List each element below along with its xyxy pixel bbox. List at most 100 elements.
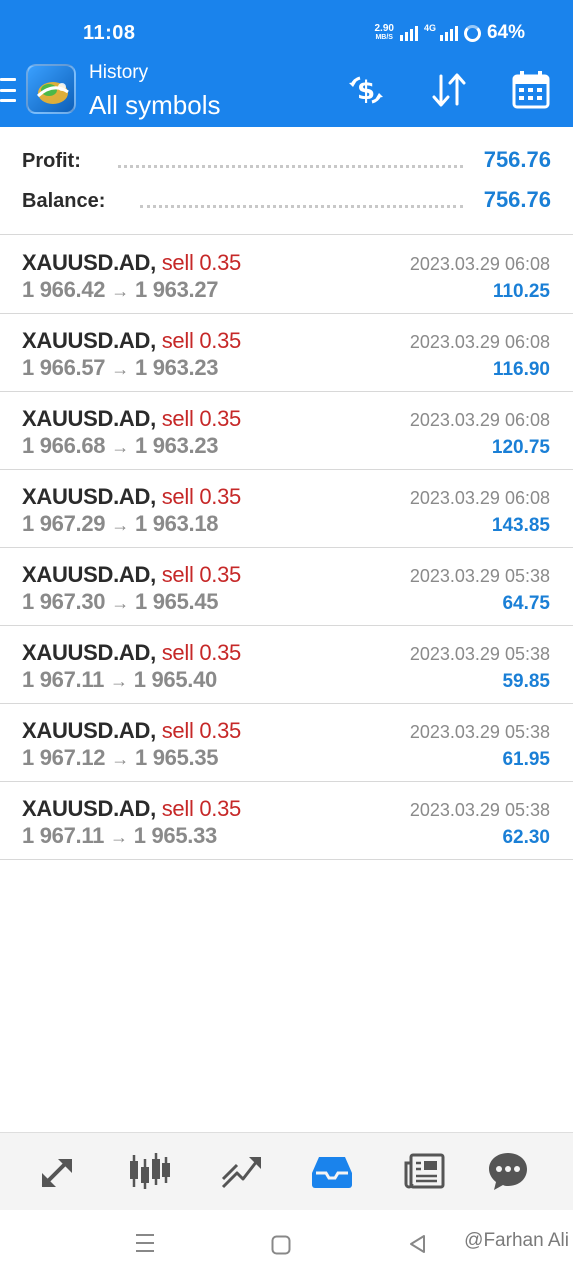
system-nav: @Farhan Ali <box>0 1210 573 1280</box>
deal-prices: 1 966.42 → 1 963.27 <box>22 277 219 303</box>
close-price: 1 965.40 <box>133 667 218 692</box>
arrow-right-icon: → <box>111 437 129 457</box>
symbol-name: XAUUSD.AD, <box>22 640 156 665</box>
sort-icon[interactable] <box>427 70 471 110</box>
deal-profit: 110.25 <box>492 281 550 302</box>
deal-prices: 1 966.57 → 1 963.23 <box>22 355 219 381</box>
arrow-right-icon: → <box>111 593 129 613</box>
metatrader-logo <box>26 64 76 114</box>
calendar-icon[interactable] <box>510 70 554 110</box>
close-price: 1 963.18 <box>134 511 219 536</box>
deal-row[interactable]: XAUUSD.AD, sell 0.35 1 967.30 → 1 965.45 202… <box>0 548 573 626</box>
deal-prices: 1 967.29 → 1 963.18 <box>22 511 219 537</box>
deal-symbol: XAUUSD.AD, sell 0.35 <box>22 640 241 666</box>
quotes-icon[interactable] <box>36 1149 80 1193</box>
deal-row[interactable]: XAUUSD.AD, sell 0.35 1 966.57 → 1 963.23 202… <box>0 314 573 392</box>
deal-row[interactable]: XAUUSD.AD, sell 0.35 1 967.12 → 1 965.35 202… <box>0 704 573 782</box>
deal-side: sell 0.35 <box>161 406 242 431</box>
balance-label: Balance: <box>22 190 106 212</box>
cell-signal-icon <box>439 25 458 41</box>
deals-list: XAUUSD.AD, sell 0.35 1 966.42 → 1 963.27 202… <box>0 236 573 860</box>
open-price: 1 966.42 <box>22 277 106 302</box>
arrow-right-icon: → <box>111 749 129 769</box>
profit-label: Profit: <box>22 150 81 172</box>
deal-prices: 1 967.30 → 1 965.45 <box>22 589 219 615</box>
deal-time: 2023.03.29 05:38 <box>409 644 550 664</box>
close-price: 1 965.33 <box>133 823 218 848</box>
open-price: 1 967.11 <box>22 823 105 848</box>
net-speed: 2.90 MB/S <box>374 24 393 42</box>
deal-prices: 1 967.12 → 1 965.35 <box>22 745 219 771</box>
deal-profit: 143.85 <box>491 515 550 536</box>
deal-symbol: XAUUSD.AD, sell 0.35 <box>22 796 241 822</box>
home-button[interactable] <box>271 1235 291 1260</box>
open-price: 1 967.30 <box>22 589 106 614</box>
net-speed-unit: MB/S <box>375 34 393 41</box>
wifi-signal-icon <box>399 25 418 41</box>
chart-icon[interactable] <box>127 1149 171 1193</box>
network-type: 4G <box>423 22 436 33</box>
watermark-text: @Farhan Ali <box>464 1230 569 1251</box>
symbol-name: XAUUSD.AD, <box>22 328 156 353</box>
symbol-name: XAUUSD.AD, <box>22 562 156 587</box>
battery-icon <box>463 24 481 42</box>
app-bar: History All symbols $ <box>0 58 573 127</box>
recents-button[interactable] <box>135 1232 155 1259</box>
menu-icon[interactable] <box>0 78 16 102</box>
deal-side: sell 0.35 <box>161 250 242 275</box>
deal-symbol: XAUUSD.AD, sell 0.35 <box>22 718 241 744</box>
deal-symbol: XAUUSD.AD, sell 0.35 <box>22 250 241 276</box>
deal-profit: 116.90 <box>492 359 550 380</box>
deal-symbol: XAUUSD.AD, sell 0.35 <box>22 562 241 588</box>
leader-dots <box>118 165 463 168</box>
deal-row[interactable]: XAUUSD.AD, sell 0.35 1 967.11 → 1 965.40 202… <box>0 626 573 704</box>
currency-filter-icon[interactable]: $ <box>344 70 388 110</box>
close-price: 1 963.23 <box>134 355 219 380</box>
balance-value: 756.76 <box>483 187 551 212</box>
symbol-name: XAUUSD.AD, <box>22 406 156 431</box>
symbol-name: XAUUSD.AD, <box>22 718 156 743</box>
deal-time: 2023.03.29 06:08 <box>409 254 550 274</box>
deal-profit: 59.85 <box>502 671 550 692</box>
deal-side: sell 0.35 <box>161 328 242 353</box>
deal-row[interactable]: XAUUSD.AD, sell 0.35 1 966.42 → 1 963.27 202… <box>0 236 573 314</box>
deal-side: sell 0.35 <box>161 796 242 821</box>
deal-row[interactable]: XAUUSD.AD, sell 0.35 1 966.68 → 1 963.23 202… <box>0 392 573 470</box>
history-icon[interactable] <box>310 1149 354 1193</box>
app-title[interactable]: All symbols <box>89 90 220 121</box>
deal-time: 2023.03.29 06:08 <box>409 488 550 508</box>
deal-row[interactable]: XAUUSD.AD, sell 0.35 1 967.11 → 1 965.33 202… <box>0 782 573 860</box>
deal-prices: 1 966.68 → 1 963.23 <box>22 433 219 459</box>
back-button[interactable] <box>408 1234 426 1259</box>
deal-time: 2023.03.29 05:38 <box>409 566 550 586</box>
news-icon[interactable] <box>402 1149 446 1193</box>
status-time: 11:08 <box>83 22 136 44</box>
open-price: 1 966.57 <box>22 355 106 380</box>
deal-side: sell 0.35 <box>161 484 242 509</box>
close-price: 1 965.45 <box>134 589 219 614</box>
account-summary: Profit: 756.76 Balance: 756.76 <box>0 127 573 235</box>
app-subtitle: History <box>89 62 149 83</box>
deal-profit: 62.30 <box>502 827 550 848</box>
deal-side: sell 0.35 <box>161 718 242 743</box>
deal-row[interactable]: XAUUSD.AD, sell 0.35 1 967.29 → 1 963.18 202… <box>0 470 573 548</box>
deal-time: 2023.03.29 05:38 <box>409 722 550 742</box>
status-bar: 11:08 2.90 MB/S 4G 64% <box>0 0 573 64</box>
profit-row: Profit: 756.76 <box>22 147 551 177</box>
deal-profit: 120.75 <box>491 437 550 458</box>
open-price: 1 967.29 <box>22 511 106 536</box>
deal-prices: 1 967.11 → 1 965.33 <box>22 823 217 849</box>
deal-symbol: XAUUSD.AD, sell 0.35 <box>22 406 241 432</box>
open-price: 1 967.11 <box>22 667 105 692</box>
close-price: 1 963.27 <box>134 277 219 302</box>
deal-symbol: XAUUSD.AD, sell 0.35 <box>22 484 241 510</box>
net-speed-value: 2.90 <box>374 23 394 34</box>
deal-symbol: XAUUSD.AD, sell 0.35 <box>22 328 241 354</box>
open-price: 1 967.12 <box>22 745 106 770</box>
chat-icon[interactable] <box>486 1149 530 1193</box>
deal-time: 2023.03.29 05:38 <box>409 800 550 820</box>
profit-value: 756.76 <box>483 147 551 172</box>
trade-icon[interactable] <box>219 1149 263 1193</box>
status-indicators: 2.90 MB/S 4G 64% <box>374 22 525 44</box>
deal-time: 2023.03.29 06:08 <box>409 410 550 430</box>
